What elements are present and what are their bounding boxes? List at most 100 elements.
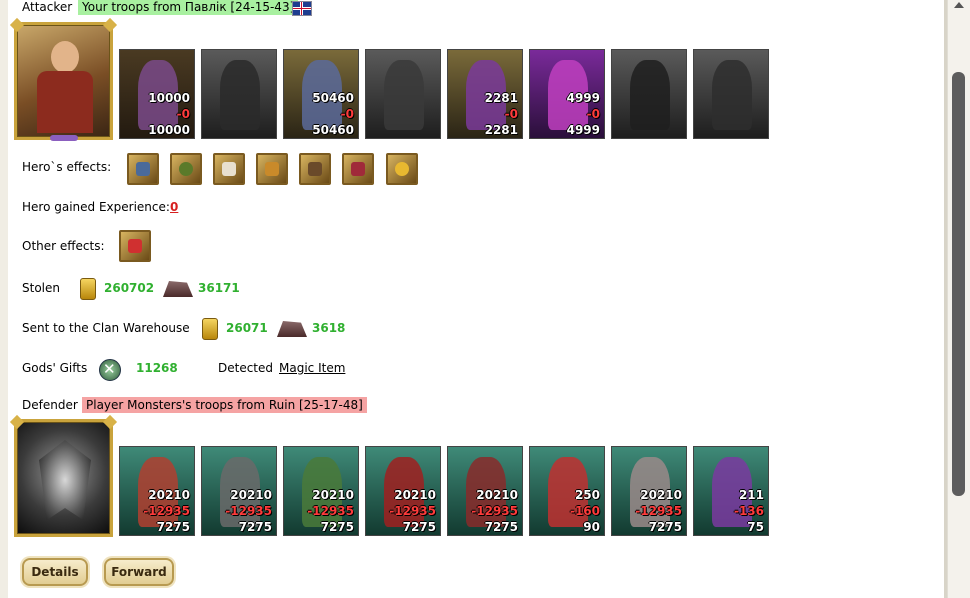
attacker-unit[interactable]: 4999 -0 4999 [529,49,605,139]
unit-count: 20210 [476,488,518,502]
unit-count: 2281 [484,91,518,105]
scroll-thumb[interactable] [952,72,965,496]
defender-unit[interactable]: 20210 -12935 7275 [447,446,523,536]
forward-button[interactable]: Forward [104,558,174,586]
unit-loss: -136 [733,504,764,518]
attacker-unit[interactable]: 10000 -0 10000 [119,49,195,139]
unit-loss: -12935 [389,504,436,518]
unit-remaining: 90 [583,520,600,534]
unit-remaining: 2281 [484,123,518,137]
hero-level-bar [49,135,78,141]
unit-loss: -0 [176,107,190,121]
web-shield-icon[interactable] [127,153,159,185]
magic-item-link[interactable]: Magic Item [279,361,345,375]
defender-unit[interactable]: 20210 -12935 7275 [283,446,359,536]
stolen-ore: 36171 [198,281,240,295]
defender-troops-badge: Player Monsters's troops from Ruin [25-1… [82,397,367,413]
unit-loss: -12935 [225,504,272,518]
unit-count: 20210 [148,488,190,502]
scroll-icon[interactable] [213,153,245,185]
gold-icon [80,278,96,300]
attacker-unit[interactable]: 50460 -0 50460 [283,49,359,139]
frame-corner-icon [102,17,118,33]
details-button[interactable]: Details [22,558,88,586]
experience-value[interactable]: 0 [170,200,178,214]
unit-loss: -160 [569,504,600,518]
griffin-icon [384,60,424,130]
gold-icon [202,318,218,340]
defender-unit[interactable]: 250 -160 90 [529,446,605,536]
gods-gift-icon [99,359,121,381]
defender-unit[interactable]: 20210 -12935 7275 [611,446,687,536]
unit-remaining: 7275 [156,520,190,534]
attacker-unit[interactable] [611,49,687,139]
unit-loss: -0 [504,107,518,121]
unit-count: 20210 [640,488,682,502]
horn-icon[interactable] [299,153,331,185]
clan-warehouse-label: Sent to the Clan Warehouse [22,321,190,335]
gods-gifts-label: Gods' Gifts [22,361,88,375]
hero-head [51,41,79,73]
coins-icon[interactable] [386,153,418,185]
experience-label: Hero gained Experience: [22,200,170,214]
defender-unit[interactable]: 211 -136 75 [693,446,769,536]
barrel-icon[interactable] [342,153,374,185]
unit-remaining: 7275 [402,520,436,534]
clan-gold: 26071 [226,321,268,335]
unit-loss: -0 [340,107,354,121]
unit-remaining: 75 [747,520,764,534]
sword-icon[interactable] [119,230,151,262]
unit-loss: -12935 [635,504,682,518]
unit-loss: -12935 [143,504,190,518]
unit-count: 20210 [312,488,354,502]
unit-loss: -12935 [307,504,354,518]
hero-effects-label: Hero`s effects: [22,160,112,174]
assassin-icon [220,60,260,130]
scrollbar[interactable] [947,0,970,598]
unit-remaining: 10000 [148,123,190,137]
defender-unit[interactable]: 20210 -12935 7275 [201,446,277,536]
unit-remaining: 7275 [238,520,272,534]
defender-portrait[interactable] [9,414,118,537]
ring-icon[interactable] [170,153,202,185]
unit-loss: -12935 [471,504,518,518]
defender-unit[interactable]: 20210 -12935 7275 [119,446,195,536]
scroll-up-icon[interactable] [954,2,964,8]
frame-corner-icon [102,414,118,430]
attacker-unit[interactable] [365,49,441,139]
clan-ore: 3618 [312,321,346,335]
unit-count: 20210 [394,488,436,502]
gods-gifts-value: 11268 [136,361,178,375]
stolen-gold: 260702 [104,281,155,295]
defender-label: Defender [22,398,78,412]
left-frame [0,0,8,598]
attacker-hero-portrait[interactable] [9,17,118,141]
detected-label: Detected [218,361,274,375]
unit-count: 4999 [566,91,600,105]
uk-flag-icon [292,1,312,16]
unit-count: 50460 [312,91,354,105]
defender-unit[interactable]: 20210 -12935 7275 [365,446,441,536]
spider-knight-icon [712,60,752,130]
attacker-troops-badge: Your troops from Павлік [24-15-43] [78,0,299,15]
unit-count: 250 [574,488,600,502]
unit-remaining: 4999 [566,123,600,137]
unit-count: 211 [738,488,764,502]
unit-count: 20210 [230,488,272,502]
attacker-label: Attacker [22,0,73,14]
unit-loss: -0 [586,107,600,121]
unit-remaining: 50460 [312,123,354,137]
attacker-unit[interactable] [693,49,769,139]
ore-icon [163,281,193,297]
unit-count: 10000 [148,91,190,105]
unit-remaining: 7275 [648,520,682,534]
demon-mask-icon [39,440,91,520]
ore-icon [277,321,307,337]
shield-icon[interactable] [256,153,288,185]
attacker-unit[interactable]: 2281 -0 2281 [447,49,523,139]
stolen-label: Stolen [22,281,60,295]
frame-corner-icon [9,17,25,33]
other-effects-label: Other effects: [22,239,105,253]
unit-remaining: 7275 [320,520,354,534]
attacker-unit[interactable] [201,49,277,139]
